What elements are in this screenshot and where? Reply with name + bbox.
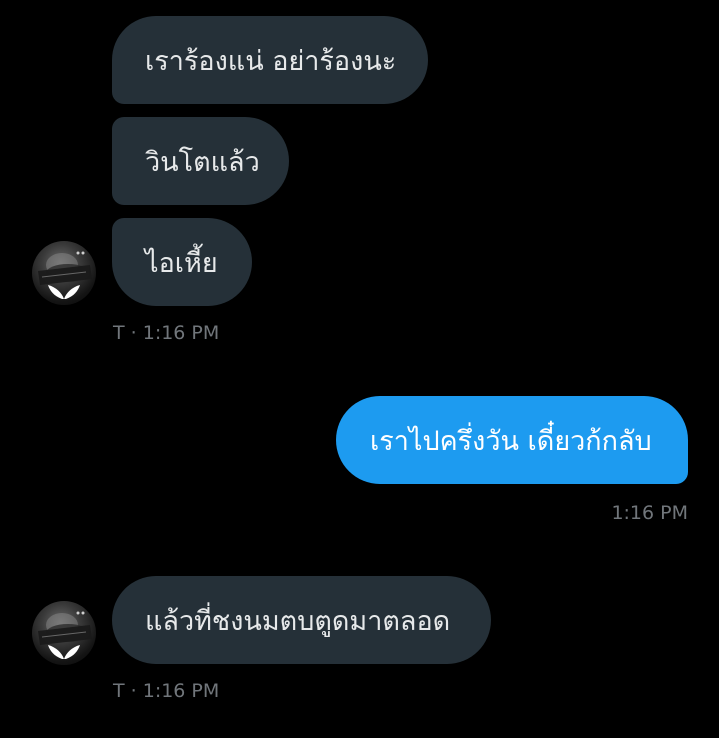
- sender-avatar[interactable]: [32, 601, 96, 665]
- message-timestamp: T · 1:16 PM: [113, 680, 220, 702]
- message-timestamp: 1:16 PM: [611, 502, 688, 524]
- message-bubble-outgoing[interactable]: เราไปครึ่งวัน เดี๋ยวก้กลับ: [336, 396, 688, 484]
- message-bubble-incoming[interactable]: วินโตแล้ว: [112, 117, 289, 205]
- message-text: เราไปครึ่งวัน เดี๋ยวก้กลับ: [370, 425, 652, 457]
- message-bubble-incoming[interactable]: แล้วที่ชงนมตบตูดมาตลอด: [112, 576, 491, 664]
- sender-avatar[interactable]: [32, 241, 96, 305]
- message-bubble-incoming[interactable]: ไอเหี้ย: [112, 218, 252, 306]
- message-text: ไอเหี้ย: [145, 247, 218, 279]
- avatar-photo: [38, 611, 92, 659]
- message-text: วินโตแล้ว: [145, 146, 260, 178]
- message-bubble-incoming[interactable]: เราร้องแน่ อย่าร้องนะ: [112, 16, 428, 104]
- message-text: แล้วที่ชงนมตบตูดมาตลอด: [145, 605, 451, 637]
- message-timestamp: T · 1:16 PM: [113, 322, 220, 344]
- message-text: เราร้องแน่ อย่าร้องนะ: [145, 45, 397, 77]
- avatar-photo: [38, 251, 92, 299]
